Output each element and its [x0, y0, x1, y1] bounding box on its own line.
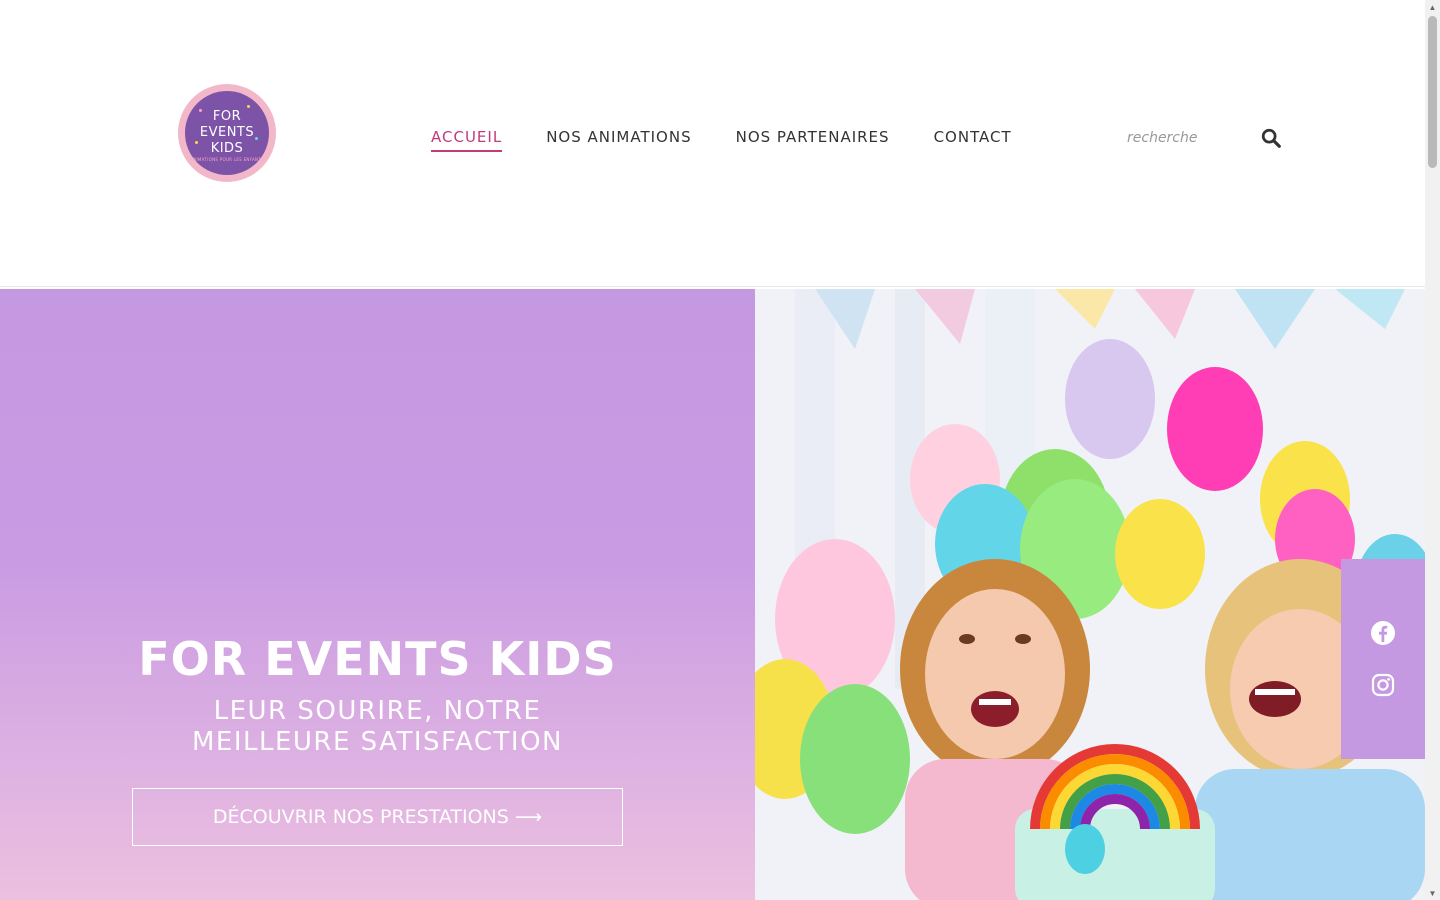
site-logo[interactable]: FOR EVENTS KIDS ANIMATIONS POUR LES ENFA… [178, 84, 276, 182]
search-input[interactable] [1127, 130, 1237, 146]
instagram-icon[interactable] [1368, 670, 1398, 700]
scroll-down-arrow-icon[interactable]: ▼ [1425, 886, 1440, 900]
social-sidebar [1341, 559, 1425, 759]
main-nav: ACCUEIL NOS ANIMATIONS NOS PARTENAIRES C… [431, 128, 1012, 152]
logo-line-2: EVENTS [199, 125, 255, 140]
hero-title: FOR EVENTS KIDS [138, 632, 617, 686]
hero-subtitle: LEUR SOURIRE, NOTRE MEILLEURE SATISFACTI… [191, 696, 564, 757]
scroll-up-arrow-icon[interactable]: ▲ [1425, 0, 1440, 14]
site-header: FOR EVENTS KIDS ANIMATIONS POUR LES ENFA… [0, 0, 1425, 287]
search-icon[interactable] [1260, 127, 1282, 149]
nav-item-contact[interactable]: CONTACT [934, 128, 1012, 152]
scrollbar-thumb[interactable] [1428, 16, 1437, 168]
logo-line-1: FOR [212, 109, 242, 124]
party-photo [755, 289, 1425, 900]
logo-tagline: ANIMATIONS POUR LES ENFANTS [190, 157, 264, 162]
search-bar [1127, 124, 1282, 152]
hero-image [755, 289, 1425, 900]
logo-badge: FOR EVENTS KIDS ANIMATIONS POUR LES ENFA… [185, 91, 269, 175]
page-scrollbar[interactable]: ▲ ▼ [1425, 0, 1440, 900]
nav-item-accueil[interactable]: ACCUEIL [431, 128, 503, 152]
facebook-icon[interactable] [1368, 618, 1398, 648]
discover-services-button[interactable]: DÉCOUVRIR NOS PRESTATIONS ⟶ [132, 788, 623, 846]
nav-item-nos-animations[interactable]: NOS ANIMATIONS [546, 128, 691, 152]
nav-item-nos-partenaires[interactable]: NOS PARTENAIRES [736, 128, 890, 152]
